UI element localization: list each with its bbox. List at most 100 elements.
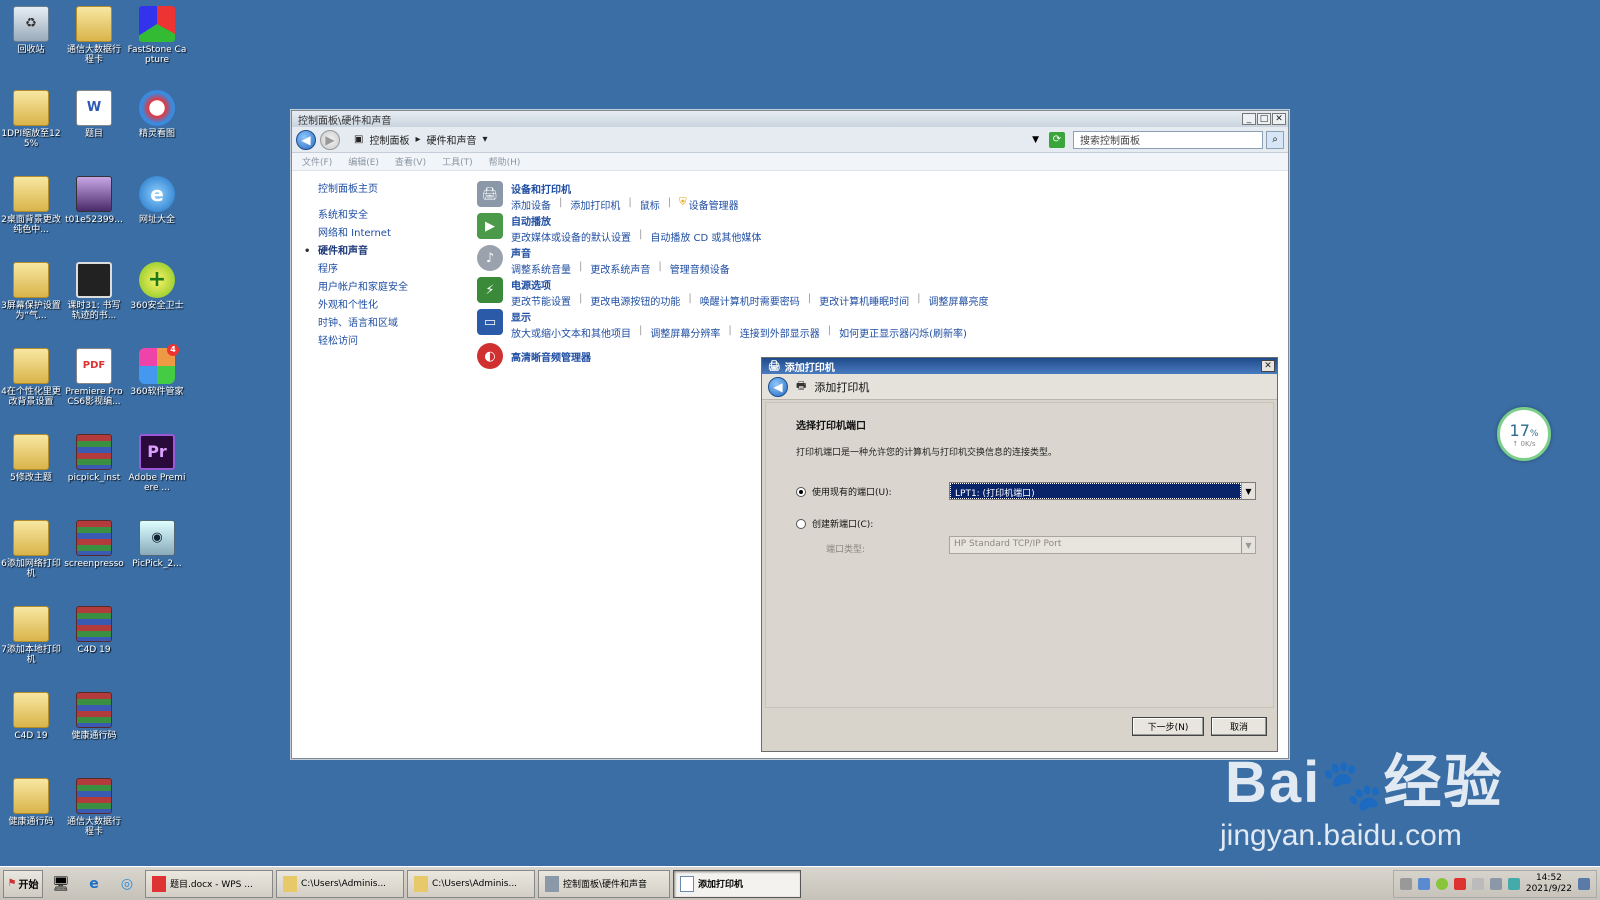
link-change-sounds[interactable]: 更改系统声音 xyxy=(590,261,650,276)
desktop-icon-t01[interactable]: t01e52399... xyxy=(63,176,125,225)
quicklaunch-show-desktop[interactable]: 🖥 xyxy=(46,870,76,898)
chevron-down-icon[interactable]: ▼ xyxy=(1241,537,1255,553)
breadcrumb-item[interactable]: 硬件和声音 xyxy=(426,132,476,147)
link-add-printer[interactable]: 添加打印机 xyxy=(570,197,620,212)
network-icon[interactable] xyxy=(1417,877,1430,890)
desktop-icon-jingling[interactable]: 精灵看图 xyxy=(126,90,188,139)
quicklaunch-360[interactable]: ◎ xyxy=(112,870,142,898)
desktop-icon-trip-card[interactable]: 通信大数据行程卡 xyxy=(63,6,125,65)
back-button[interactable]: ◀ xyxy=(296,129,316,150)
desktop-icon-picpick[interactable]: ◉ PicPick_2... xyxy=(126,520,188,569)
link-external-display[interactable]: 连接到外部显示器 xyxy=(740,325,820,340)
category-title[interactable]: 高清晰音频管理器 xyxy=(511,349,591,364)
taskbar-item-control-panel[interactable]: 控制面板\硬件和声音 xyxy=(538,869,670,898)
minimize-button[interactable]: _ xyxy=(1242,113,1256,125)
link-mouse[interactable]: 鼠标 xyxy=(640,197,660,212)
link-resolution[interactable]: 调整屏幕分辨率 xyxy=(650,325,720,340)
desktop-icon-health-rar[interactable]: 健康通行码 xyxy=(63,692,125,741)
battery-icon[interactable] xyxy=(1507,877,1520,890)
category-title[interactable]: 显示 xyxy=(511,309,967,324)
link-add-device[interactable]: 添加设备 xyxy=(511,197,551,212)
back-button[interactable]: ◀ xyxy=(768,376,788,397)
link-sleep-time[interactable]: 更改计算机睡眠时间 xyxy=(819,293,909,308)
desktop-icon-folder-c4d[interactable]: C4D 19 xyxy=(0,692,62,741)
forward-button[interactable]: ▶ xyxy=(320,129,340,150)
chevron-down-icon[interactable]: ▼ xyxy=(1241,483,1255,499)
desktop-icon-folder-bg[interactable]: 2桌面背景更改纯色中... xyxy=(0,176,62,235)
menu-view[interactable]: 查看(V) xyxy=(395,155,426,168)
search-icon[interactable]: ⌕ xyxy=(1266,130,1284,149)
sidebar-item-appearance[interactable]: 外观和个性化 xyxy=(318,297,408,315)
desktop-icon-picpick-inst[interactable]: picpick_inst xyxy=(63,434,125,483)
category-title[interactable]: 设备和打印机 xyxy=(511,181,739,196)
port-type-select[interactable]: HP Standard TCP/IP Port ▼ xyxy=(949,536,1256,554)
security-icon[interactable] xyxy=(1453,877,1466,890)
desktop-icon-premiere[interactable]: Pr Adobe Premiere ... xyxy=(126,434,188,493)
desktop-icon-folder-theme[interactable]: 5修改主题 xyxy=(0,434,62,483)
taskbar-item-explorer-2[interactable]: C:\Users\Adminis... xyxy=(407,869,535,898)
link-manage-audio[interactable]: 管理音频设备 xyxy=(670,261,730,276)
quicklaunch-ie[interactable]: e xyxy=(79,870,109,898)
taskbar-item-explorer-1[interactable]: C:\Users\Adminis... xyxy=(276,869,404,898)
link-autoplay-cd[interactable]: 自动播放 CD 或其他媒体 xyxy=(650,229,761,244)
radio-button[interactable] xyxy=(796,518,806,529)
menu-help[interactable]: 帮助(H) xyxy=(489,155,521,168)
start-button[interactable]: ⚑ 开始 xyxy=(3,869,43,898)
dialog-titlebar[interactable]: 🖨 添加打印机 ✕ xyxy=(762,358,1277,374)
desktop-icon-folder-screensaver[interactable]: 3屏幕保护设置为“气... xyxy=(0,262,62,321)
window-titlebar[interactable]: 控制面板\硬件和声音 _ □ ✕ xyxy=(292,111,1288,127)
menu-edit[interactable]: 编辑(E) xyxy=(348,155,379,168)
printer-tray-icon[interactable] xyxy=(1489,877,1502,890)
taskbar-item-wps[interactable]: 题目.docx - WPS ... xyxy=(145,869,273,898)
breadcrumb[interactable]: ▣ 控制面板 ▸ 硬件和声音 ▾ xyxy=(354,132,488,147)
desktop-icon-c4d-rar[interactable]: C4D 19 xyxy=(63,606,125,655)
link-device-manager[interactable]: 设备管理器 xyxy=(689,197,739,212)
desktop-icon-trip-rar[interactable]: 通信大数据行程卡 xyxy=(63,778,125,837)
keyboard-icon[interactable] xyxy=(1399,877,1412,890)
link-power-saving[interactable]: 更改节能设置 xyxy=(511,293,571,308)
desktop-icon-folder-localprinter[interactable]: 7添加本地打印机 xyxy=(0,606,62,665)
address-dropdown-icon[interactable]: ▼ xyxy=(1032,135,1039,145)
category-title[interactable]: 电源选项 xyxy=(511,277,989,292)
close-button[interactable]: ✕ xyxy=(1261,360,1275,372)
sidebar-item-system-security[interactable]: 系统和安全 xyxy=(318,207,408,225)
radio-create-new-port[interactable]: 创建新端口(C): xyxy=(796,517,873,530)
chevron-down-icon[interactable]: ▾ xyxy=(482,134,487,145)
desktop-icon-lesson31[interactable]: 课时31: 书写轨迹的书... xyxy=(63,262,125,321)
link-adjust-volume[interactable]: 调整系统音量 xyxy=(511,261,571,276)
link-wake-password[interactable]: 唤醒计算机时需要密码 xyxy=(700,293,800,308)
taskbar-item-add-printer[interactable]: 添加打印机 xyxy=(673,869,801,898)
desktop-icon-folder-personalize[interactable]: 4在个性化里更改背景设置 xyxy=(0,348,62,407)
desktop-icon-timu[interactable]: W 题目 xyxy=(63,90,125,139)
desktop-icon-360safe[interactable]: + 360安全卫士 xyxy=(126,262,188,311)
sidebar-item-clock-region[interactable]: 时钟、语言和区域 xyxy=(318,315,408,333)
desktop-icon-recycle-bin[interactable]: ♻ 回收站 xyxy=(0,6,62,55)
tray-clock[interactable]: 14:52 2021/9/22 xyxy=(1526,873,1572,895)
radio-use-existing-port[interactable]: 使用现有的端口(U): xyxy=(796,485,892,498)
link-brightness[interactable]: 调整屏幕亮度 xyxy=(929,293,989,308)
desktop-icon-folder-health[interactable]: 健康通行码 xyxy=(0,778,62,827)
show-desktop-icon[interactable] xyxy=(1578,877,1590,890)
sidebar-item-hardware-sound[interactable]: 硬件和声音 xyxy=(304,243,408,261)
link-change-media-defaults[interactable]: 更改媒体或设备的默认设置 xyxy=(511,229,631,244)
breadcrumb-item[interactable]: 控制面板 xyxy=(369,132,409,147)
sidebar-item-home[interactable]: 控制面板主页 xyxy=(318,181,408,199)
desktop-icon-folder-dpi[interactable]: 1DPI缩放至125% xyxy=(0,90,62,149)
desktop-icon-faststone[interactable]: FastStone Capture xyxy=(126,6,188,65)
desktop-icon-ie[interactable]: e 网址大全 xyxy=(126,176,188,225)
sidebar-item-user-accounts[interactable]: 用户帐户和家庭安全 xyxy=(318,279,408,297)
360-tray-icon[interactable] xyxy=(1435,877,1448,890)
sidebar-item-programs[interactable]: 程序 xyxy=(318,261,408,279)
next-button[interactable]: 下一步(N) xyxy=(1132,717,1204,736)
refresh-button[interactable]: ⟳ xyxy=(1049,131,1065,148)
chevron-right-icon[interactable]: ▸ xyxy=(415,134,420,145)
category-title[interactable]: 声音 xyxy=(511,245,730,260)
category-title[interactable]: 自动播放 xyxy=(511,213,761,228)
volume-icon[interactable] xyxy=(1471,877,1484,890)
menu-file[interactable]: 文件(F) xyxy=(302,155,332,168)
sidebar-item-network[interactable]: 网络和 Internet xyxy=(318,225,408,243)
desktop-icon-premiere-pdf[interactable]: PDF Premiere Pro CS6影视编... xyxy=(63,348,125,407)
desktop-icon-folder-netprinter[interactable]: 6添加网络打印机 xyxy=(0,520,62,579)
close-button[interactable]: ✕ xyxy=(1272,113,1286,125)
desktop-icon-360mgr[interactable]: 4 360软件管家 xyxy=(126,344,188,397)
